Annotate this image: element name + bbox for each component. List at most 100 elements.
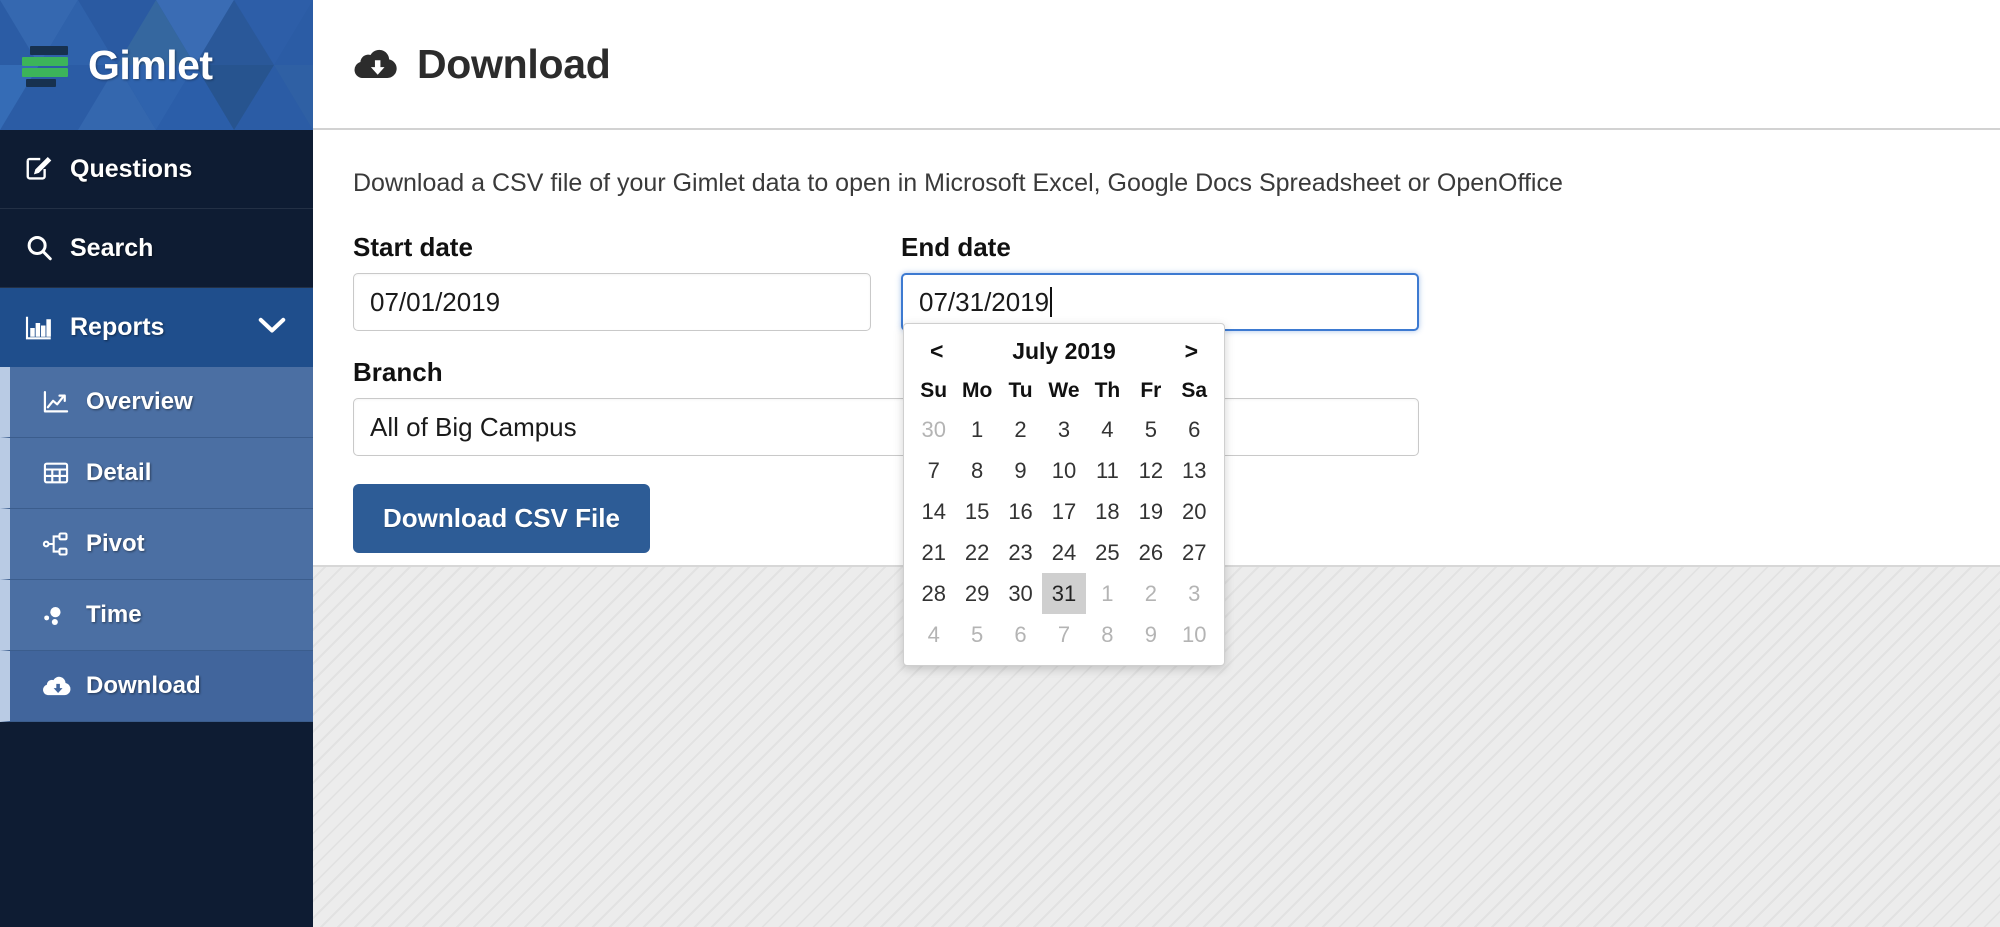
branch-value: All of Big Campus xyxy=(370,411,577,442)
datepicker-day[interactable]: 28 xyxy=(912,573,955,614)
sidebar-item-label: Download xyxy=(86,672,201,699)
weekday-sa: Sa xyxy=(1181,379,1208,402)
datepicker-day[interactable]: 25 xyxy=(1086,532,1129,573)
sitemap-icon xyxy=(42,530,74,558)
sidebar-item-overview[interactable]: Overview xyxy=(0,367,313,438)
end-date-label: End date xyxy=(901,232,1011,262)
datepicker-day[interactable]: 3 xyxy=(1042,409,1085,450)
datepicker-day[interactable]: 30 xyxy=(999,573,1042,614)
datepicker-day[interactable]: 5 xyxy=(1129,409,1172,450)
datepicker-week-row: 4 5 6 7 8 9 10 xyxy=(912,614,1216,655)
weekday-tu: Tu xyxy=(1008,379,1033,402)
sidebar-item-label: Pivot xyxy=(86,530,145,557)
datepicker-day[interactable]: 27 xyxy=(1173,532,1216,573)
datepicker-body: 30 1 2 3 4 5 6 7 8 9 10 11 12 13 14 15 16 17 18 19 20 21 22 23 2… xyxy=(912,409,1216,655)
start-date-value: 07/01/2019 xyxy=(370,286,501,317)
datepicker-day[interactable]: 12 xyxy=(1129,450,1172,491)
datepicker-day[interactable]: 29 xyxy=(955,573,998,614)
datepicker-popup[interactable]: < July 2019 > Su Mo Tu We Th Fr Sa 30 1 2 3 4 5 6 7 8 9… xyxy=(903,323,1225,666)
weekday-su: Su xyxy=(920,379,948,402)
datepicker-day[interactable]: 2 xyxy=(999,409,1042,450)
date-fields-row: Start date 07/01/2019 End date 07/31/201… xyxy=(353,232,1960,331)
end-date-group: End date 07/31/2019 xyxy=(901,232,1419,331)
cloud-download-icon xyxy=(42,672,74,700)
datepicker-day[interactable]: 18 xyxy=(1086,491,1129,532)
datepicker-day[interactable]: 9 xyxy=(1129,614,1172,655)
branch-select[interactable]: All of Big Campus xyxy=(353,398,1419,456)
datepicker-day[interactable]: 23 xyxy=(999,532,1042,573)
sidebar-item-pivot[interactable]: Pivot xyxy=(0,509,313,580)
datepicker-day[interactable]: 19 xyxy=(1129,491,1172,532)
datepicker-day[interactable]: 13 xyxy=(1173,450,1216,491)
sidebar-item-reports[interactable]: Reports xyxy=(0,288,313,367)
datepicker-header: < July 2019 > xyxy=(912,332,1216,369)
datepicker-week-row: 28 29 30 31 1 2 3 xyxy=(912,573,1216,614)
datepicker-grid: Su Mo Tu We Th Fr Sa 30 1 2 3 4 5 6 7 8 9 10 11 12 13 14 15 16… xyxy=(912,373,1216,655)
datepicker-day[interactable]: 10 xyxy=(1042,450,1085,491)
datepicker-day[interactable]: 1 xyxy=(1086,573,1129,614)
page-title: Download xyxy=(417,40,611,87)
datepicker-day[interactable]: 9 xyxy=(999,450,1042,491)
sidebar-item-search[interactable]: Search xyxy=(0,209,313,288)
datepicker-day[interactable]: 21 xyxy=(912,532,955,573)
sidebar-item-label: Search xyxy=(70,233,154,262)
start-date-input[interactable]: 07/01/2019 xyxy=(353,273,871,331)
datepicker-day[interactable]: 6 xyxy=(999,614,1042,655)
brand-header: Gimlet xyxy=(0,0,313,130)
end-date-value: 07/31/2019 xyxy=(919,286,1050,317)
bubble-chart-icon xyxy=(42,601,74,629)
sidebar-item-questions[interactable]: Questions xyxy=(0,130,313,209)
chevron-down-icon[interactable] xyxy=(257,313,287,342)
table-grid-icon xyxy=(42,459,74,487)
sidebar-item-detail[interactable]: Detail xyxy=(0,438,313,509)
datepicker-day[interactable]: 17 xyxy=(1042,491,1085,532)
datepicker-day[interactable]: 1 xyxy=(955,409,998,450)
datepicker-day[interactable]: 7 xyxy=(1042,614,1085,655)
sidebar-item-label: Time xyxy=(86,601,142,628)
sidebar-item-label: Reports xyxy=(70,313,165,341)
datepicker-day[interactable]: 11 xyxy=(1086,450,1129,491)
text-caret xyxy=(1050,287,1053,317)
datepicker-day[interactable]: 15 xyxy=(955,491,998,532)
datepicker-day[interactable]: 26 xyxy=(1129,532,1172,573)
start-date-label: Start date xyxy=(353,232,473,262)
datepicker-day[interactable]: 30 xyxy=(912,409,955,450)
datepicker-week-row: 21 22 23 24 25 26 27 xyxy=(912,532,1216,573)
sidebar-item-label: Questions xyxy=(70,154,193,183)
datepicker-day[interactable]: 3 xyxy=(1173,573,1216,614)
cloud-download-icon xyxy=(353,44,399,84)
datepicker-day[interactable]: 20 xyxy=(1173,491,1216,532)
datepicker-day[interactable]: 10 xyxy=(1173,614,1216,655)
datepicker-day[interactable]: 14 xyxy=(912,491,955,532)
sidebar: Gimlet Questions Search Reports Overview… xyxy=(0,0,313,927)
bar-chart-icon xyxy=(24,313,58,343)
prev-month-button[interactable]: < xyxy=(926,338,947,365)
datepicker-day[interactable]: 4 xyxy=(1086,409,1129,450)
download-csv-button[interactable]: Download CSV File xyxy=(353,484,650,553)
datepicker-week-row: 30 1 2 3 4 5 6 xyxy=(912,409,1216,450)
sidebar-item-label: Detail xyxy=(86,459,152,486)
page-description: Download a CSV file of your Gimlet data … xyxy=(353,169,1563,197)
datepicker-day[interactable]: 24 xyxy=(1042,532,1085,573)
datepicker-day[interactable]: 8 xyxy=(955,450,998,491)
search-icon xyxy=(24,233,58,263)
datepicker-day[interactable]: 6 xyxy=(1173,409,1216,450)
datepicker-day[interactable]: 4 xyxy=(912,614,955,655)
datepicker-day[interactable]: 16 xyxy=(999,491,1042,532)
page-header: Download xyxy=(313,0,2000,130)
next-month-button[interactable]: > xyxy=(1181,338,1202,365)
brand-name: Gimlet xyxy=(88,41,213,88)
datepicker-day[interactable]: 5 xyxy=(955,614,998,655)
datepicker-day[interactable]: 7 xyxy=(912,450,955,491)
datepicker-day[interactable]: 22 xyxy=(955,532,998,573)
weekday-we: We xyxy=(1048,379,1080,402)
sidebar-item-label: Overview xyxy=(86,388,193,415)
datepicker-day-selected[interactable]: 31 xyxy=(1042,573,1086,614)
datepicker-day[interactable]: 8 xyxy=(1086,614,1129,655)
line-chart-icon xyxy=(42,388,74,416)
datepicker-week-row: 7 8 9 10 11 12 13 xyxy=(912,450,1216,491)
datepicker-day[interactable]: 2 xyxy=(1129,573,1172,614)
datepicker-week-row: 14 15 16 17 18 19 20 xyxy=(912,491,1216,532)
sidebar-item-time[interactable]: Time xyxy=(0,580,313,651)
sidebar-item-download[interactable]: Download xyxy=(0,651,313,722)
